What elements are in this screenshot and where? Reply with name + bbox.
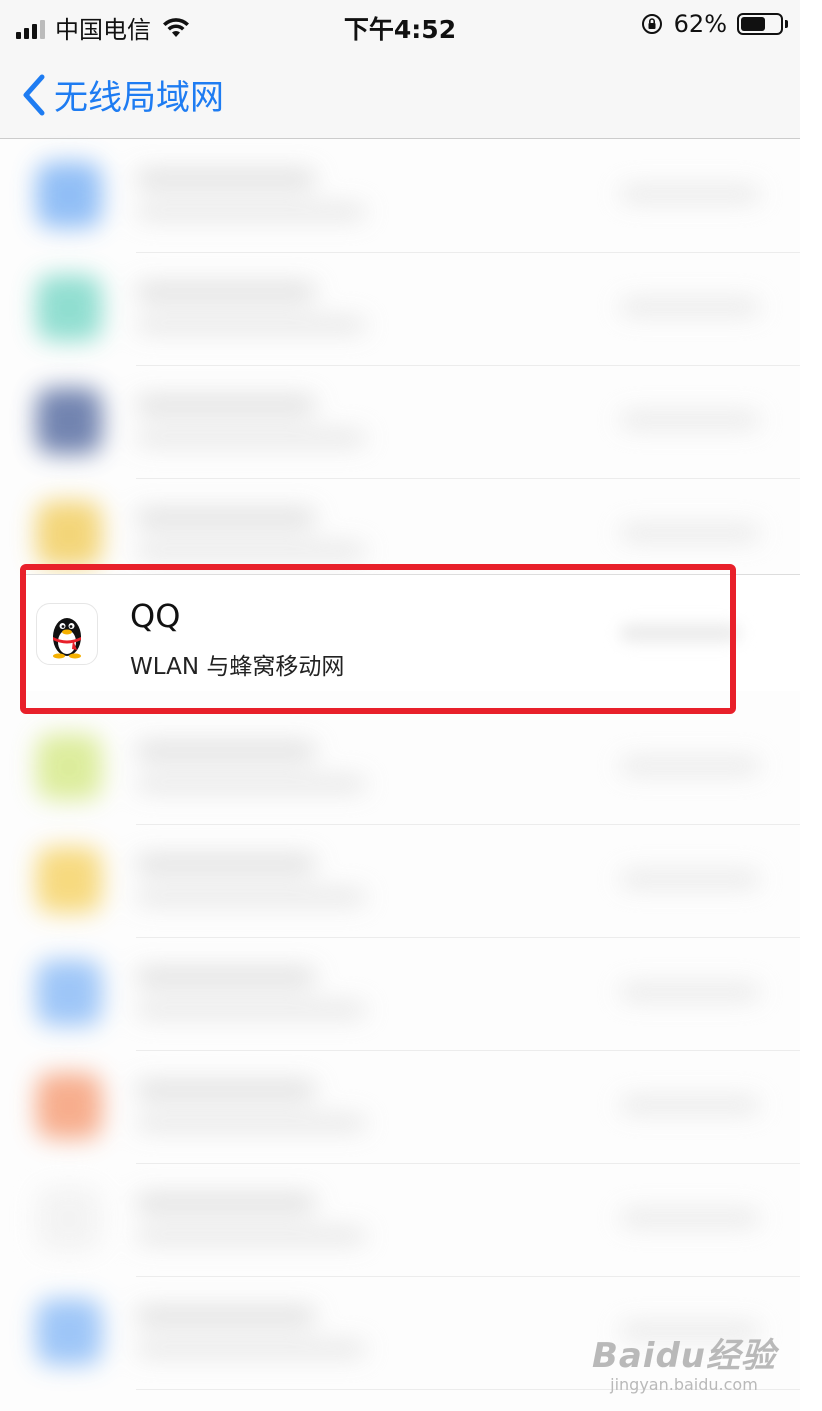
battery-percent: 62% bbox=[673, 10, 727, 38]
rotation-lock-icon bbox=[641, 14, 662, 34]
blurred-app-setting bbox=[136, 1341, 366, 1357]
battery-icon bbox=[737, 13, 783, 35]
app-row-blurred[interactable] bbox=[24, 938, 800, 1050]
highlight-box bbox=[20, 564, 736, 714]
watermark-logo: Baidu经验 bbox=[591, 1336, 776, 1376]
app-row-blurred[interactable] bbox=[24, 1164, 800, 1276]
app-icon bbox=[36, 1073, 102, 1139]
blurred-usage-value bbox=[620, 758, 760, 774]
app-icon bbox=[36, 162, 102, 228]
app-list-below bbox=[24, 712, 800, 1390]
blurred-app-name bbox=[136, 1307, 316, 1325]
blurred-app-setting bbox=[136, 1002, 366, 1018]
blurred-usage-value bbox=[620, 984, 760, 1000]
blurred-app-setting bbox=[136, 204, 366, 220]
blurred-app-name bbox=[136, 968, 316, 986]
blurred-app-name bbox=[136, 283, 316, 301]
status-right: 62% bbox=[640, 10, 788, 38]
app-icon bbox=[36, 501, 102, 567]
blurred-app-setting bbox=[136, 776, 366, 792]
app-icon bbox=[36, 847, 102, 913]
blurred-usage-value bbox=[620, 525, 760, 541]
app-icon bbox=[36, 1299, 102, 1365]
app-row-blurred[interactable] bbox=[24, 712, 800, 824]
blurred-app-name bbox=[136, 509, 316, 527]
blurred-app-name bbox=[136, 1194, 316, 1212]
blurred-usage-value bbox=[620, 412, 760, 428]
app-row-blurred[interactable] bbox=[24, 1051, 800, 1163]
blurred-usage-value bbox=[620, 1097, 760, 1113]
blurred-app-setting bbox=[136, 317, 366, 333]
blurred-app-setting bbox=[136, 889, 366, 905]
app-icon bbox=[36, 734, 102, 800]
blurred-app-name bbox=[136, 396, 316, 414]
blurred-usage-value bbox=[620, 186, 760, 202]
blurred-app-name bbox=[136, 1081, 316, 1099]
back-button[interactable]: 无线局域网 bbox=[20, 70, 224, 119]
watermark-url: jingyan.baidu.com bbox=[610, 1375, 758, 1394]
screen-edge bbox=[800, 0, 822, 1411]
blurred-app-setting bbox=[136, 1228, 366, 1244]
blurred-usage-value bbox=[620, 871, 760, 887]
app-icon bbox=[36, 275, 102, 341]
app-icon bbox=[36, 1186, 102, 1252]
blurred-app-setting bbox=[136, 1115, 366, 1131]
app-row-blurred[interactable] bbox=[24, 140, 800, 252]
app-list-above bbox=[24, 140, 800, 592]
app-row-blurred[interactable] bbox=[24, 366, 800, 478]
blurred-app-name bbox=[136, 170, 316, 188]
app-icon bbox=[36, 388, 102, 454]
back-label: 无线局域网 bbox=[54, 78, 224, 118]
battery-cap bbox=[785, 20, 788, 28]
status-bar: 中国电信 下午4:52 62% bbox=[0, 0, 800, 52]
watermark: Baidu经验 jingyan.baidu.com bbox=[592, 1328, 776, 1394]
blurred-usage-value bbox=[620, 299, 760, 315]
app-row-blurred[interactable] bbox=[24, 253, 800, 365]
blurred-app-setting bbox=[136, 543, 366, 559]
blurred-app-name bbox=[136, 855, 316, 873]
blurred-usage-value bbox=[620, 1210, 760, 1226]
blurred-app-setting bbox=[136, 430, 366, 446]
navigation-bar: 无线局域网 bbox=[0, 52, 800, 139]
chevron-left-icon bbox=[23, 74, 45, 115]
blurred-app-name bbox=[136, 742, 316, 760]
app-icon bbox=[36, 960, 102, 1026]
app-row-blurred[interactable] bbox=[24, 825, 800, 937]
